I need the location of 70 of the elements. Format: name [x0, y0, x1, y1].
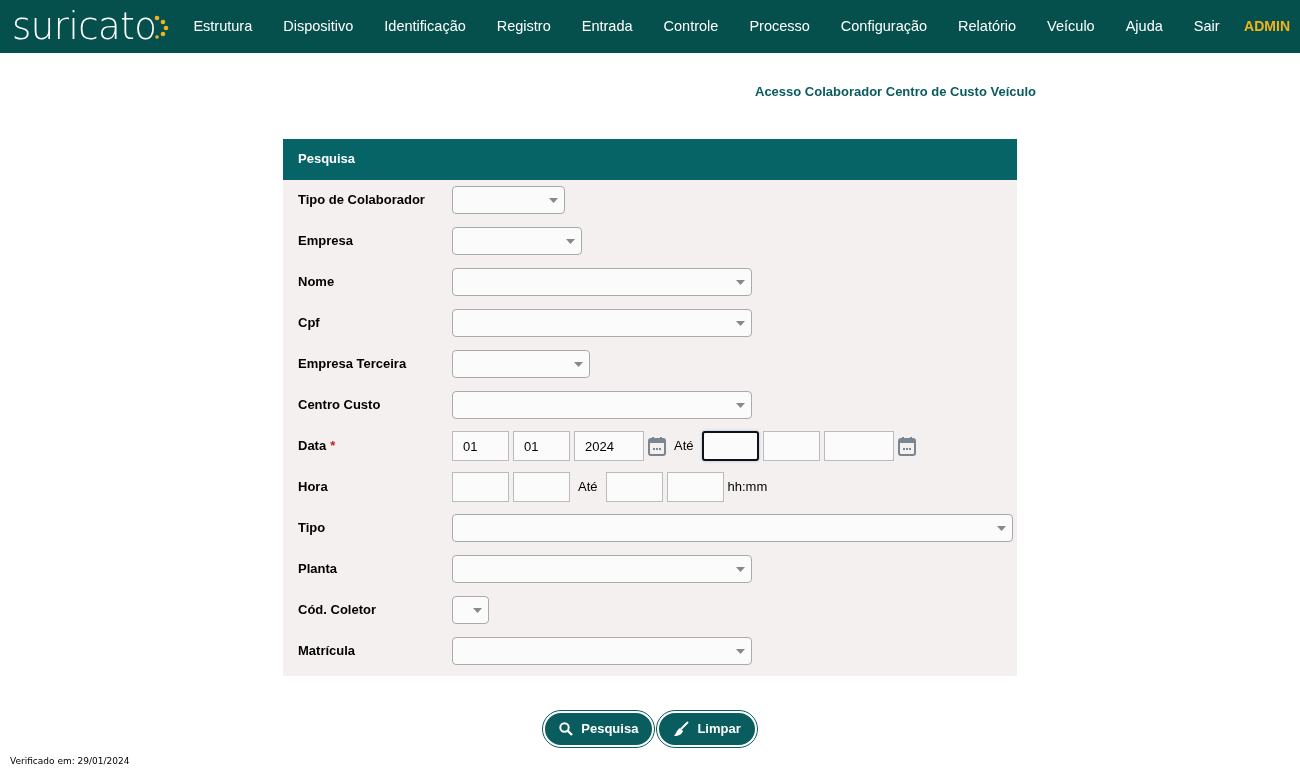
- page-title: Acesso Colaborador Centro de Custo Veículo: [754, 83, 1036, 101]
- caret-icon: [549, 198, 558, 203]
- dropdown-field[interactable]: [452, 555, 752, 583]
- separator-text: Até: [578, 478, 598, 497]
- dots-icon: [153, 14, 170, 39]
- caret-icon: [736, 567, 745, 572]
- menu-item[interactable]: Entrada: [581, 15, 633, 38]
- caret-icon: [473, 608, 482, 613]
- menu-item[interactable]: Dispositivo: [283, 15, 354, 38]
- calendar-icon[interactable]: [897, 436, 916, 456]
- field-label: Tipo de Colaborador: [298, 191, 425, 210]
- time-field[interactable]: [605, 472, 663, 502]
- caret-icon: [736, 649, 745, 654]
- search-icon: [559, 721, 574, 736]
- dropdown-field[interactable]: [452, 268, 752, 296]
- field-label: Planta: [298, 560, 337, 579]
- caret-icon: [574, 362, 583, 367]
- separator-text: Até: [674, 437, 694, 456]
- menu-item[interactable]: Veículo: [1047, 15, 1095, 38]
- dropdown-field[interactable]: [452, 596, 489, 624]
- field-label: Hora: [298, 478, 328, 497]
- logo-text: suricato: [12, 8, 157, 45]
- calendar-icon[interactable]: [648, 436, 666, 456]
- user-menu[interactable]: ADMIN: [1244, 16, 1290, 37]
- time-field[interactable]: [666, 472, 724, 502]
- field-label: Matrícula: [298, 642, 356, 661]
- date-field[interactable]: 01: [513, 431, 570, 461]
- date-field[interactable]: [762, 431, 820, 461]
- menu-item[interactable]: Controle: [663, 15, 719, 38]
- dropdown-field[interactable]: [452, 637, 752, 665]
- caret-icon: [736, 280, 745, 285]
- field-label: Nome: [298, 273, 335, 292]
- dropdown-field[interactable]: [452, 227, 582, 255]
- date-field[interactable]: 01: [452, 431, 509, 461]
- search-button[interactable]: Pesquisa: [543, 710, 655, 747]
- caret-icon: [736, 403, 745, 408]
- panel-title: Pesquisa: [298, 150, 356, 169]
- menu-item[interactable]: Sair: [1193, 15, 1220, 38]
- menu-item[interactable]: Estrutura: [193, 15, 253, 38]
- field-label: Empresa Terceira: [298, 355, 407, 374]
- field-label: Cód. Coletor: [298, 601, 376, 620]
- menu-item[interactable]: Configuração: [840, 15, 928, 38]
- required-mark: *: [330, 437, 336, 456]
- field-label: Centro Custo: [298, 396, 381, 415]
- dropdown-field[interactable]: [452, 309, 752, 337]
- field-label: Cpf: [298, 314, 320, 333]
- date-field[interactable]: [701, 431, 759, 461]
- field-label: Empresa: [298, 232, 353, 251]
- date-field[interactable]: [823, 431, 894, 461]
- caret-icon: [736, 321, 745, 326]
- format-hint: hh:mm: [727, 478, 768, 497]
- verified-date: Verificado em: 29/01/2024: [10, 754, 131, 768]
- dropdown-field[interactable]: [452, 350, 590, 378]
- dropdown-field[interactable]: [452, 514, 1013, 542]
- menu-item[interactable]: Identificação: [384, 15, 466, 38]
- menu-item[interactable]: Relatório: [958, 15, 1017, 38]
- menu-item[interactable]: Registro: [496, 15, 551, 38]
- caret-icon: [566, 239, 575, 244]
- time-field[interactable]: [452, 472, 509, 502]
- field-label: Data: [298, 437, 327, 456]
- menu-item[interactable]: Ajuda: [1125, 15, 1163, 38]
- menu-item[interactable]: Processo: [749, 15, 810, 38]
- date-field[interactable]: 2024: [574, 431, 644, 461]
- caret-icon: [997, 526, 1006, 531]
- field-label: Tipo: [298, 519, 326, 538]
- dropdown-field[interactable]: [452, 391, 752, 419]
- dropdown-field[interactable]: [452, 186, 565, 214]
- time-field[interactable]: [513, 472, 570, 502]
- clear-button[interactable]: Limpar: [657, 710, 757, 747]
- broom-icon: [673, 720, 690, 737]
